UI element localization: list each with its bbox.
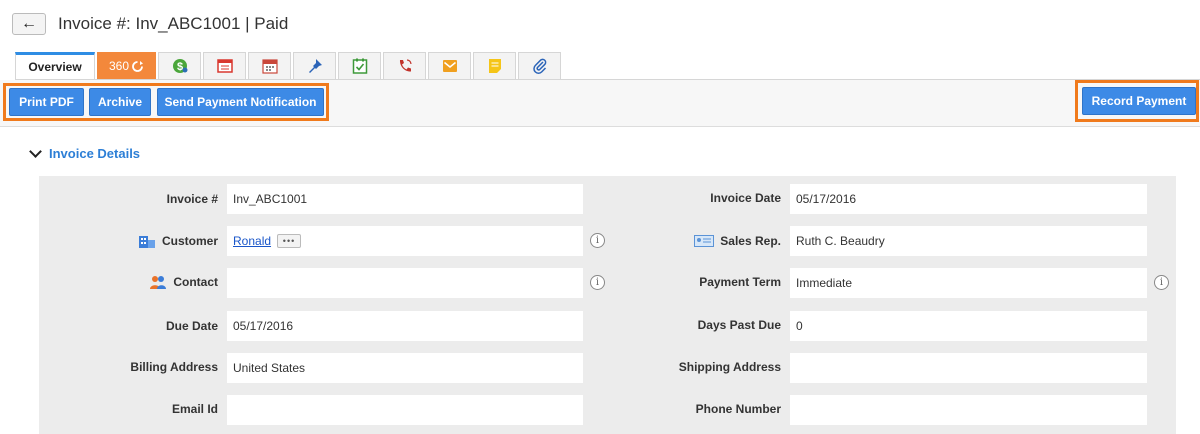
- tab-360[interactable]: 360: [97, 52, 156, 79]
- tab-tasks[interactable]: [338, 52, 381, 79]
- tab-calls[interactable]: [383, 52, 426, 79]
- phone-number-label: Phone Number: [695, 402, 781, 416]
- email-icon: [442, 60, 457, 72]
- calendar-icon: [261, 59, 278, 74]
- section-title: Invoice Details: [49, 146, 141, 161]
- contact-label: Contact: [100, 274, 218, 290]
- invoice-date-field[interactable]: 05/17/2016: [790, 184, 1147, 214]
- contacts-icon: [149, 274, 167, 290]
- contact-field[interactable]: [227, 268, 583, 298]
- customer-link[interactable]: Ronald: [233, 234, 271, 248]
- email-id-label: Email Id: [171, 402, 218, 416]
- tab-pins[interactable]: [293, 52, 336, 79]
- due-date-label: Due Date: [165, 319, 218, 333]
- payment-term-label: Payment Term: [699, 275, 781, 289]
- sales-rep-label-text: Sales Rep.: [720, 234, 781, 248]
- chevron-down-icon: [29, 145, 42, 158]
- print-pdf-button[interactable]: Print PDF: [9, 88, 84, 116]
- note-icon: [488, 59, 501, 73]
- call-icon: [399, 59, 412, 72]
- refresh-icon: [132, 60, 144, 72]
- shipping-address-field[interactable]: [790, 353, 1147, 383]
- customer-info-icon[interactable]: i: [590, 233, 605, 248]
- shipping-address-label: Shipping Address: [678, 360, 781, 374]
- due-date-field[interactable]: 05/17/2016: [227, 311, 583, 341]
- tab-attachments[interactable]: [518, 52, 561, 79]
- contact-info-icon[interactable]: i: [590, 275, 605, 290]
- invoice-number-field[interactable]: Inv_ABC1001: [227, 184, 583, 214]
- tab-emails[interactable]: [428, 52, 471, 79]
- pin-icon: [308, 59, 322, 73]
- id-card-icon: [694, 235, 715, 247]
- page-header: ← Invoice #: Inv_ABC1001 | Paid: [12, 12, 288, 36]
- billing-address-label: Billing Address: [130, 360, 218, 374]
- task-icon: [352, 58, 367, 74]
- svg-text:$: $: [176, 61, 182, 73]
- page-title: Invoice #: Inv_ABC1001 | Paid: [58, 14, 289, 33]
- back-button[interactable]: ←: [12, 13, 46, 35]
- invoice-number-label: Invoice #: [166, 192, 218, 206]
- tab-360-label: 360: [108, 59, 130, 73]
- contact-label-text: Contact: [173, 275, 218, 289]
- invoice-details-toggle[interactable]: Invoice Details: [29, 145, 141, 161]
- tab-invoices[interactable]: [203, 52, 246, 79]
- sales-rep-field[interactable]: Ruth C. Beaudry: [790, 226, 1147, 256]
- building-icon: [138, 234, 156, 248]
- invoice-icon: [216, 59, 233, 73]
- tab-payments[interactable]: $: [158, 52, 201, 79]
- phone-number-field[interactable]: [790, 395, 1147, 425]
- days-past-due-field[interactable]: 0: [790, 311, 1147, 341]
- customer-field: Ronald •••: [227, 226, 583, 256]
- payment-term-info-icon[interactable]: i: [1154, 275, 1169, 290]
- record-payment-button[interactable]: Record Payment: [1082, 87, 1196, 115]
- tab-overview[interactable]: Overview: [15, 52, 95, 79]
- days-past-due-label: Days Past Due: [697, 318, 781, 332]
- tab-notes[interactable]: [473, 52, 516, 79]
- dollar-icon: $: [172, 59, 187, 73]
- send-payment-notification-button[interactable]: Send Payment Notification: [157, 88, 324, 116]
- email-id-field[interactable]: [227, 395, 583, 425]
- archive-button[interactable]: Archive: [89, 88, 151, 116]
- customer-label-text: Customer: [161, 234, 218, 248]
- record-tabs: Overview 360 $: [15, 52, 563, 79]
- invoice-date-label: Invoice Date: [710, 191, 781, 205]
- tab-calendar[interactable]: [248, 52, 291, 79]
- billing-address-field[interactable]: United States: [227, 353, 583, 383]
- payment-term-field[interactable]: Immediate: [790, 268, 1147, 298]
- customer-more-button[interactable]: •••: [277, 234, 302, 248]
- customer-label: Customer: [100, 233, 218, 249]
- sales-rep-label: Sales Rep.: [640, 233, 781, 249]
- attachment-icon: [532, 58, 546, 74]
